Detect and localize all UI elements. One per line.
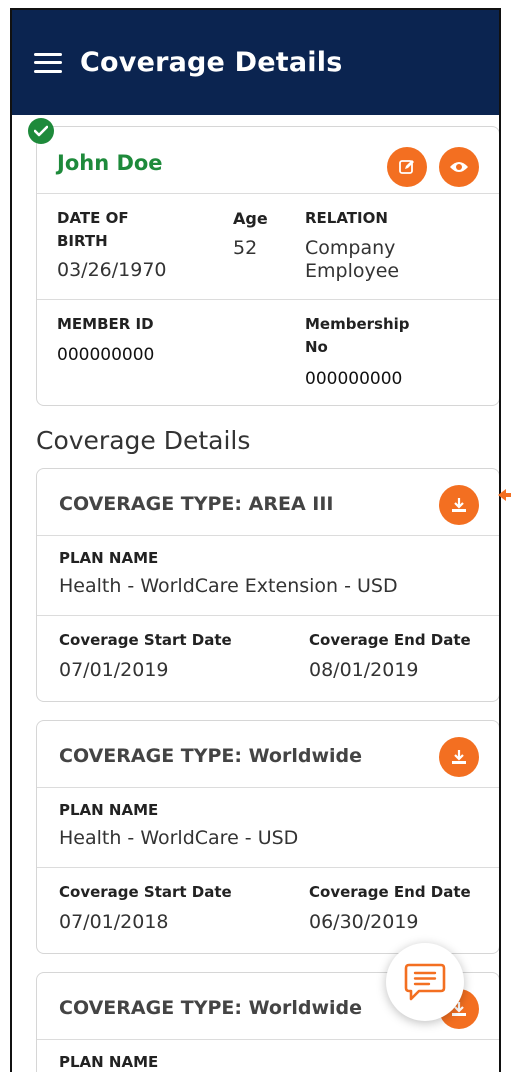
plan-name-label: PLAN NAME bbox=[59, 549, 159, 567]
divider bbox=[37, 1039, 499, 1040]
verified-check-icon bbox=[28, 118, 54, 144]
divider bbox=[37, 299, 499, 300]
age-value: 52 bbox=[233, 237, 258, 259]
relation-value: Company Employee bbox=[305, 237, 400, 282]
coverage-card: COVERAGE TYPE: Worldwide PLAN NAME Healt… bbox=[36, 720, 499, 954]
download-icon bbox=[452, 498, 466, 512]
member-name: John Doe bbox=[57, 151, 163, 175]
edit-button[interactable] bbox=[387, 147, 427, 187]
app-screen: Coverage Details John Doe DATE OF BIRTH … bbox=[10, 8, 501, 1072]
age-label: Age bbox=[233, 209, 268, 228]
end-date-value: 06/30/2019 bbox=[309, 911, 419, 933]
page-title: Coverage Details bbox=[80, 47, 343, 78]
view-button[interactable] bbox=[439, 147, 479, 187]
start-date-label: Coverage Start Date bbox=[59, 631, 232, 649]
divider bbox=[37, 615, 499, 616]
app-bar: Coverage Details bbox=[12, 10, 499, 115]
eye-icon bbox=[450, 162, 468, 172]
plan-name-value: Health - WorldCare Extension - USD bbox=[59, 575, 398, 597]
plan-name-value: Health - WorldCare - USD bbox=[59, 827, 299, 849]
end-date-label: Coverage End Date bbox=[309, 631, 471, 649]
coverage-type: COVERAGE TYPE: Worldwide bbox=[59, 997, 362, 1019]
end-date-value: 08/01/2019 bbox=[309, 659, 419, 681]
start-date-label: Coverage Start Date bbox=[59, 883, 232, 901]
coverage-type: COVERAGE TYPE: Worldwide bbox=[59, 745, 362, 767]
download-button[interactable] bbox=[439, 737, 479, 777]
chat-icon bbox=[404, 963, 446, 1001]
membership-no-value: 000000000 bbox=[305, 369, 403, 389]
relation-label: RELATION bbox=[305, 209, 388, 227]
coverage-section-heading: Coverage Details bbox=[36, 426, 251, 455]
start-date-value: 07/01/2018 bbox=[59, 911, 169, 933]
download-icon bbox=[452, 750, 466, 764]
divider bbox=[37, 867, 499, 868]
edit-icon bbox=[399, 160, 414, 174]
start-date-value: 07/01/2019 bbox=[59, 659, 169, 681]
membership-no-label: Membership No bbox=[305, 315, 410, 356]
plan-name-label: PLAN NAME bbox=[59, 801, 159, 819]
download-button[interactable] bbox=[439, 485, 479, 525]
member-id-value: 000000000 bbox=[57, 345, 155, 365]
coverage-card: COVERAGE TYPE: AREA III PLAN NAME Health… bbox=[36, 468, 499, 702]
member-card: John Doe DATE OF BIRTH 03/26/1970 Age 52… bbox=[36, 126, 499, 406]
divider bbox=[37, 535, 499, 536]
member-id-label: MEMBER ID bbox=[57, 315, 154, 333]
arrow-pointer-icon bbox=[498, 489, 511, 501]
coverage-type: COVERAGE TYPE: AREA III bbox=[59, 493, 334, 515]
dob-label: DATE OF BIRTH bbox=[57, 209, 129, 250]
chat-button[interactable] bbox=[386, 943, 464, 1021]
end-date-label: Coverage End Date bbox=[309, 883, 471, 901]
divider bbox=[37, 787, 499, 788]
dob-value: 03/26/1970 bbox=[57, 259, 167, 281]
hamburger-menu-icon[interactable] bbox=[34, 52, 62, 73]
plan-name-label: PLAN NAME bbox=[59, 1053, 159, 1071]
divider bbox=[37, 193, 499, 194]
